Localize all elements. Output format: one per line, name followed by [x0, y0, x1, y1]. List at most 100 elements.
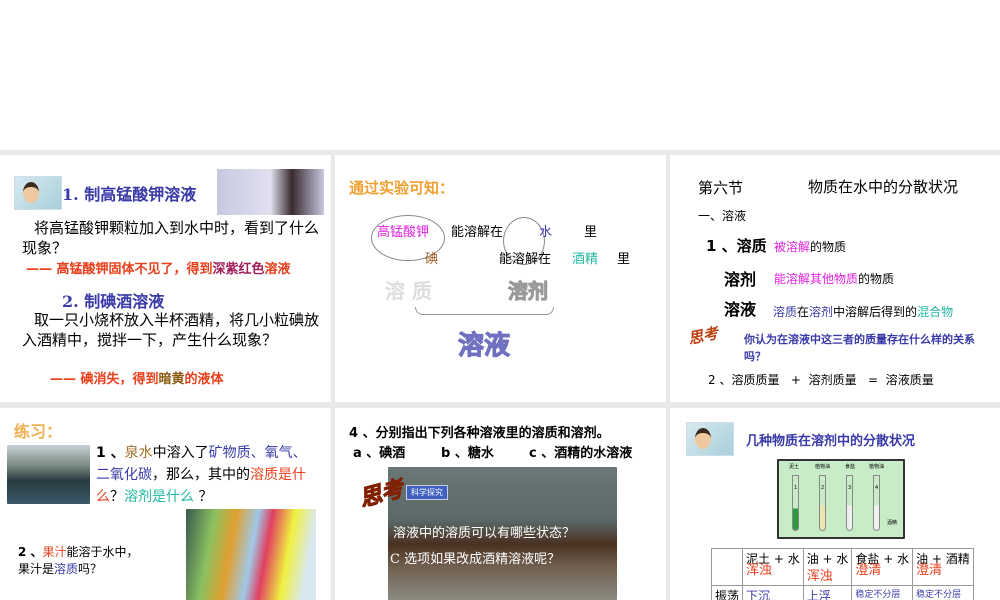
def-d: 中溶解后得到的 [833, 305, 918, 319]
mass-formula: 2 、溶质质量 + 溶剂质量 = 溶液质量 [708, 373, 934, 387]
term-solute: 1 、溶质 [706, 237, 767, 255]
option-c: c 、酒精的水溶液 [529, 446, 633, 461]
tube-num-4: 4 [875, 485, 879, 491]
term-solvent: 溶剂 [724, 270, 757, 289]
beaker-image [217, 169, 324, 215]
table-cell: 稳定不分层 [851, 585, 914, 600]
def-solvent-rest: 的物质 [858, 272, 895, 286]
def-b: 在 [797, 305, 810, 319]
solute-1: 高锰酸钾 [377, 225, 430, 240]
def-solvent: 能溶解其他物质的物质 [774, 270, 894, 287]
answer-1-color: 深紫红色 [212, 262, 265, 277]
question-2: 取一只小烧杯放入半杯酒精，将几小粒碘放入酒精中，搅拌一下，产生什么现象？ [22, 311, 320, 349]
row-label: 振荡 [710, 585, 744, 600]
slide-title-1: 1. 制高锰酸钾溶液 [62, 185, 197, 204]
tube-4 [873, 475, 880, 531]
dispersion-table: 泥土 + 水浑浊 油 + 水浑浊 食盐 + 水澄清 油 + 酒精 澄清 振荡 下沉… [710, 548, 974, 600]
label-solvent: 溶剂 [508, 279, 549, 304]
slide-grid: 1. 制高锰酸钾溶液 将高锰酸钾颗粒加入到水中时，看到了什么现象？ —— 高锰酸… [0, 150, 1000, 600]
q2-num: 2 、 [18, 545, 43, 559]
question-2: 2 、果汁能溶于水中， 果汁是溶质吗？ [18, 544, 168, 578]
header-cell: 泥土 + 水浑浊 [742, 548, 804, 586]
q1-d: ，那么，其中的 [152, 467, 250, 483]
answer-1: —— 高锰酸钾固体不见了，得到深紫红色溶液 [26, 260, 326, 280]
q1-f: ？ [110, 489, 124, 505]
header-cell [710, 548, 744, 586]
slide-5[interactable]: 4 、分别指出下列各种溶液里的溶质和溶剂。 a 、碘酒 b 、糖水 c 、酒精的… [335, 408, 666, 600]
exercise-prompt: 4 、分别指出下列各种溶液里的溶质和溶剂。 [349, 426, 610, 441]
tube-3 [846, 475, 853, 531]
slide-4[interactable]: 练习： 1 、泉水中溶入了矿物质、氧气、二氧化碳，那么，其中的溶质是什么？溶剂是… [0, 408, 331, 600]
tube-num-2: 2 [821, 485, 825, 491]
answer-2-suffix: 的液体 [184, 372, 224, 387]
tube-label-2: 植物油 [815, 464, 831, 470]
q2-juice: 果汁 [42, 545, 67, 559]
tube-num-3: 3 [848, 485, 852, 491]
tube-note: 酒精 [887, 520, 898, 526]
slide-6[interactable]: 几种物质在溶剂中的分散状况 泥土 植物油 食盐 植物油 1 2 3 4 酒精 泥… [670, 408, 1000, 600]
header-cell: 食盐 + 水澄清 [851, 548, 914, 586]
slide-heading: 练习： [14, 422, 63, 441]
solvent-2: 酒精 [572, 252, 599, 267]
slide-2[interactable]: 通过实验可知： 高锰酸钾 能溶解在 水 里 碘 能溶解在 酒精 里 溶 质 溶剂… [335, 155, 666, 402]
slide-title-2: 2. 制碘酒溶液 [62, 292, 165, 311]
table-row: 振荡 下沉 上浮 稳定不分层 稳定不分层 [710, 585, 974, 600]
q1-solvent: 溶剂是什么 [124, 489, 194, 505]
q2-e: 吗？ [78, 562, 103, 576]
q1-num: 1 、 [96, 445, 125, 461]
solvent-1: 水 [539, 225, 553, 240]
beaker-video[interactable]: 科学探究 溶液中的溶质可以有哪些状态？ C 选项如果改成酒精溶液呢？ [388, 467, 617, 600]
section-label: 第六节 [698, 179, 744, 197]
li-2: 里 [617, 252, 631, 267]
experiment-badge-image [14, 176, 62, 210]
table-header-row: 泥土 + 水浑浊 油 + 水浑浊 食盐 + 水澄清 油 + 酒精 澄清 [710, 548, 974, 586]
think-question: 你认为在溶液中这三者的质量存在什么样的关系吗？ [744, 333, 975, 363]
li-1: 里 [584, 225, 598, 240]
slide-heading: 通过实验可知： [349, 179, 455, 197]
question-1: 将高锰酸钾颗粒加入到水中时，看到了什么现象？ [22, 219, 320, 257]
q2-b: 能溶于水中， [66, 545, 139, 559]
answer-2-color: 暗黄 [158, 372, 185, 387]
slide-3[interactable]: 第六节 物质在水中的分散状况 一、溶液 1 、溶质 被溶解的物质 溶剂 能溶解其… [670, 155, 1000, 402]
def-solvent-highlight: 能溶解其他物质 [774, 272, 859, 286]
slide-title: 物质在水中的分散状况 [808, 178, 959, 196]
video-question-1: 溶液中的溶质可以有哪些状态？ [393, 526, 576, 541]
video-tag: 科学探究 [406, 485, 448, 500]
def-solute-highlight: 被溶解 [774, 240, 811, 254]
question-1: 1 、泉水中溶入了矿物质、氧气、二氧化碳，那么，其中的溶质是什么？溶剂是什么 ？ [96, 442, 316, 508]
test-tubes-image: 泥土 植物油 食盐 植物油 1 2 3 4 酒精 [777, 459, 905, 539]
slide-1[interactable]: 1. 制高锰酸钾溶液 将高锰酸钾颗粒加入到水中时，看到了什么现象？ —— 高锰酸… [0, 155, 331, 402]
label-solute: 溶 质 [385, 279, 432, 303]
verb-1: 能溶解在 [451, 225, 504, 240]
tube-num-1: 1 [794, 485, 798, 491]
q2-solute: 溶质 [54, 562, 79, 576]
label-solution: 溶液 [457, 331, 511, 362]
def-solution: 溶质在溶剂中溶解后得到的混合物 [773, 303, 953, 320]
table-cell: 稳定不分层 [912, 585, 974, 600]
answer-1-prefix: —— 高锰酸钾固体不见了，得到 [26, 262, 213, 277]
tube-1 [792, 475, 799, 531]
header-cell: 油 + 水浑浊 [802, 548, 853, 586]
q1-h: ？ [194, 489, 213, 505]
def-a: 溶质 [773, 305, 798, 319]
tube-label-3: 食盐 [845, 464, 856, 470]
spring-photo [7, 445, 90, 504]
bottles-photo [186, 509, 316, 600]
tube-label-1: 泥土 [789, 464, 800, 470]
brace [415, 307, 554, 315]
def-e: 混合物 [917, 305, 954, 319]
subheading: 一、溶液 [698, 209, 747, 223]
answer-2-prefix: —— 碘消失，得到 [50, 372, 159, 387]
q1-spring: 泉水 [124, 445, 153, 461]
option-b: b 、糖水 [441, 446, 494, 461]
video-question-2: C 选项如果改成酒精溶液呢？ [390, 552, 561, 567]
def-c: 溶剂 [809, 305, 834, 319]
def-solute: 被溶解的物质 [774, 238, 846, 255]
result-cell: 浑浊 [806, 569, 833, 584]
tube-label-4: 植物油 [869, 464, 885, 470]
term-solution: 溶液 [724, 300, 757, 319]
option-a: a 、碘酒 [353, 446, 406, 461]
header-cell: 油 + 酒精 澄清 [912, 548, 974, 586]
q1-b: 中溶入了 [152, 445, 209, 461]
table-cell: 上浮 [802, 585, 853, 600]
